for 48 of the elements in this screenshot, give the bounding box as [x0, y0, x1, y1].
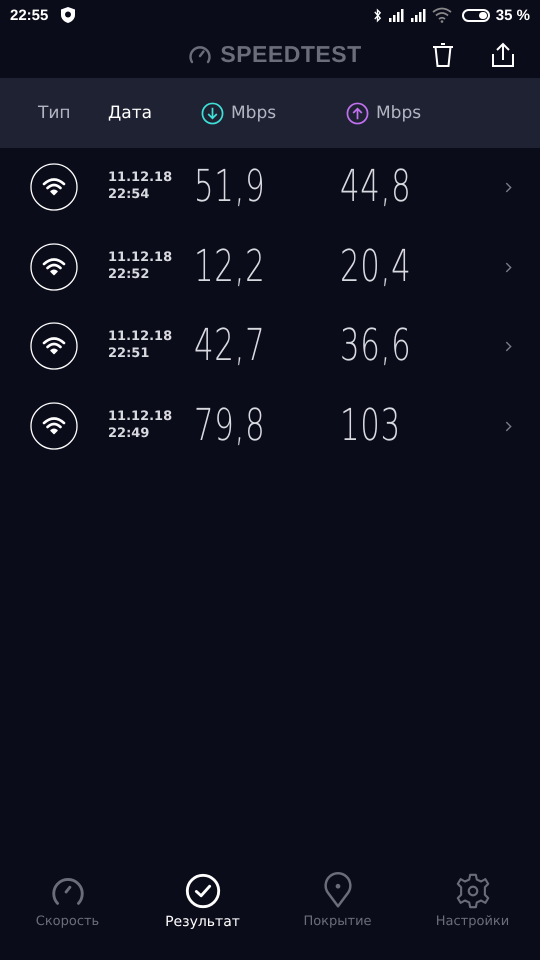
battery-icon	[462, 8, 490, 22]
result-date: 11.12.18	[108, 248, 174, 266]
battery-percent: 35 %	[496, 6, 530, 24]
download-speed: 79,8	[194, 402, 266, 450]
settings-icon	[454, 872, 492, 910]
signal-icon	[410, 8, 426, 22]
nav-tab[interactable]: Скорость	[0, 872, 135, 929]
trash-icon[interactable]	[431, 42, 455, 68]
chevron-right-icon[interactable]	[505, 420, 512, 432]
column-header[interactable]: Тип	[38, 103, 71, 123]
speedometer-icon	[188, 44, 212, 64]
wifi-icon	[30, 242, 78, 290]
upload-speed: 44,8	[340, 163, 412, 211]
chevron-right-icon[interactable]	[505, 262, 512, 272]
download-speed: 42,7	[194, 322, 266, 370]
result-date: 11.12.18	[108, 169, 174, 186]
wifi-icon	[30, 402, 78, 450]
result-time: 22:52	[108, 266, 150, 282]
result-time: 22:49	[108, 424, 150, 442]
wifi-icon	[30, 322, 78, 370]
app-title: SPEEDTEST	[220, 40, 362, 68]
bluetooth-icon	[372, 8, 382, 22]
wifi-icon	[432, 7, 452, 23]
chevron-right-icon[interactable]	[505, 182, 512, 193]
signal-icon	[388, 8, 404, 22]
clock-time: 22:55	[10, 6, 48, 24]
shield-icon	[60, 6, 76, 24]
nav-tab[interactable]: Покрытие	[270, 872, 405, 929]
result-time: 22:54	[108, 186, 150, 203]
download-icon	[201, 102, 224, 124]
result-time: 22:51	[108, 345, 150, 362]
column-header[interactable]: Mbps	[376, 103, 422, 123]
chevron-right-icon[interactable]	[505, 341, 512, 352]
download-speed: 51,9	[194, 163, 266, 211]
column-header[interactable]: Mbps	[231, 103, 276, 123]
result-date: 11.12.18	[108, 328, 174, 345]
nav-tab[interactable]: Настройки	[405, 872, 540, 929]
download-speed: 12,2	[194, 242, 266, 290]
result-date: 11.12.18	[108, 408, 174, 424]
upload-icon	[346, 102, 369, 124]
check-circle-icon	[184, 872, 222, 910]
nav-tab[interactable]: Результат	[135, 872, 270, 930]
upload-speed: 20,4	[340, 242, 412, 290]
wifi-icon	[30, 163, 78, 211]
share-icon[interactable]	[491, 42, 515, 68]
upload-speed: 36,6	[340, 322, 412, 370]
upload-speed: 103	[340, 402, 402, 450]
column-header[interactable]: Дата	[108, 103, 152, 123]
